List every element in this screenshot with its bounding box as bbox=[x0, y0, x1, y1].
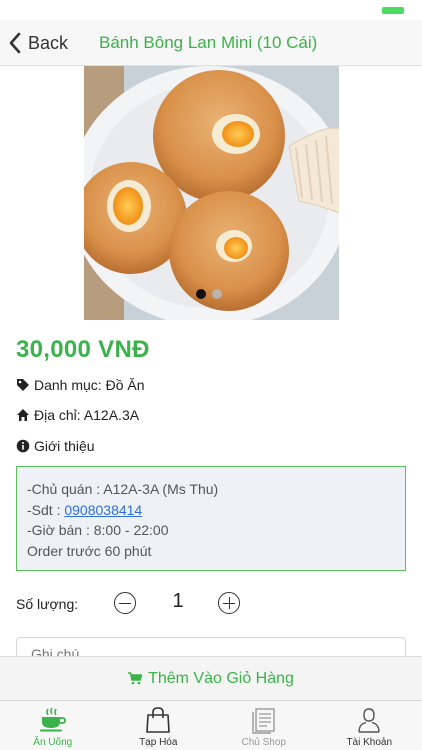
category-text: Danh mục: Đồ Ăn bbox=[34, 377, 145, 393]
image-page-indicator[interactable] bbox=[196, 289, 222, 299]
cart-icon bbox=[128, 672, 143, 685]
back-label: Back bbox=[28, 32, 69, 53]
tab-an-uong[interactable]: Ăn Uống bbox=[0, 701, 106, 750]
tab-bar: Ăn Uống Tạp Hóa Chủ Shop Tài Khoản bbox=[0, 700, 422, 750]
product-image[interactable] bbox=[84, 66, 339, 320]
chevron-left-icon bbox=[9, 32, 21, 54]
intro-label: Giới thiệu bbox=[34, 438, 95, 454]
order-note-line: Order trước 60 phút bbox=[27, 542, 152, 559]
user-icon bbox=[354, 706, 384, 734]
product-photo bbox=[84, 66, 339, 320]
quantity-value: 1 bbox=[172, 590, 184, 612]
tag-icon bbox=[16, 378, 30, 392]
description-box: -Chủ quán : A12A-3A (Ms Thu) -Sdt : 0908… bbox=[16, 466, 406, 571]
address-row: Địa chỉ: A12A.3A bbox=[16, 407, 139, 423]
document-list-icon bbox=[249, 706, 279, 734]
owner-line: -Chủ quán : A12A-3A (Ms Thu) bbox=[27, 481, 219, 497]
navigation-bar: Back Bánh Bông Lan Mini (10 Cái) bbox=[0, 20, 422, 66]
decrease-quantity-button[interactable] bbox=[114, 592, 136, 614]
intro-row: Giới thiệu bbox=[16, 438, 95, 454]
phone-link[interactable]: 0908038414 bbox=[64, 502, 142, 518]
status-bar bbox=[0, 0, 422, 20]
back-button[interactable]: Back bbox=[8, 30, 68, 56]
battery-icon bbox=[382, 7, 404, 14]
page-dot-active[interactable] bbox=[196, 289, 206, 299]
phone-line: -Sdt : 0908038414 bbox=[27, 500, 395, 521]
category-row: Danh mục: Đồ Ăn bbox=[16, 377, 145, 393]
tab-label: Chủ Shop bbox=[241, 737, 286, 748]
tab-label: Ăn Uống bbox=[33, 737, 73, 748]
tab-tap-hoa[interactable]: Tạp Hóa bbox=[106, 701, 212, 750]
coffee-cup-icon bbox=[38, 706, 68, 734]
page-dot[interactable] bbox=[212, 289, 222, 299]
info-icon bbox=[16, 439, 30, 453]
shopping-bag-icon bbox=[143, 706, 173, 734]
address-text: Địa chỉ: A12A.3A bbox=[34, 407, 140, 423]
increase-quantity-button[interactable] bbox=[218, 592, 240, 614]
tab-label: Tạp Hóa bbox=[139, 737, 178, 748]
hours-line: -Giờ bán : 8:00 - 22:00 bbox=[27, 522, 169, 538]
add-to-cart-label: Thêm Vào Giỏ Hàng bbox=[148, 669, 294, 687]
add-to-cart-button[interactable]: Thêm Vào Giỏ Hàng bbox=[0, 656, 422, 700]
quantity-label: Số lượng: bbox=[16, 596, 79, 612]
page-title: Bánh Bông Lan Mini (10 Cái) bbox=[99, 33, 318, 52]
product-price: 30,000 VNĐ bbox=[16, 336, 150, 363]
tab-tai-khoan[interactable]: Tài Khoản bbox=[317, 701, 422, 750]
phone-prefix: -Sdt : bbox=[27, 501, 65, 518]
tab-label: Tài Khoản bbox=[346, 737, 393, 748]
tab-chu-shop[interactable]: Chủ Shop bbox=[211, 701, 317, 750]
home-icon bbox=[16, 408, 30, 422]
